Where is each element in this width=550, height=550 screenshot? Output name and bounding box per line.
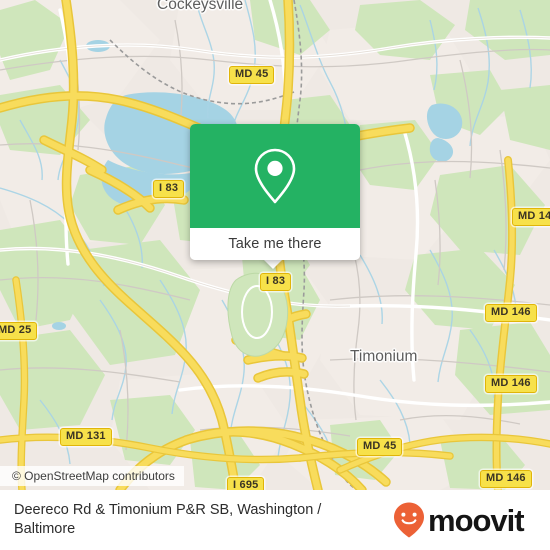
place-label-cockeysville: Cockeysville	[157, 0, 244, 13]
road-shield-i-695: I 695	[227, 477, 265, 490]
road-shield-md-131: MD 131	[60, 428, 112, 446]
road-shield-md-25: MD 25	[0, 322, 38, 340]
road-shield-md-45-south: MD 45	[357, 438, 403, 456]
road-shield-md-45-north: MD 45	[229, 66, 275, 84]
take-me-there-button[interactable]: Take me there	[190, 228, 360, 260]
popup-header	[190, 124, 360, 228]
road-shield-md-146-upper: MD 146	[512, 208, 550, 226]
moovit-wordmark: moovit	[428, 502, 525, 538]
road-shield-i-83-west: I 83	[153, 180, 185, 198]
place-label-timonium: Timonium	[350, 348, 418, 365]
road-shield-md-146-mid: MD 146	[485, 304, 537, 322]
station-popup-card[interactable]: Take me there	[190, 124, 360, 260]
road-shield-i-83-center: I 83	[260, 273, 292, 291]
attribution-text: © OpenStreetMap contributors	[12, 469, 175, 483]
map-canvas[interactable]: Cockeysville Timonium MD 45 I 83 MD 146 …	[0, 0, 550, 490]
stop-title: Deereco Rd & Timonium P&R SB, Washington…	[14, 502, 322, 537]
road-shield-md-146-bottom: MD 146	[480, 470, 532, 488]
moovit-pin-icon	[394, 502, 424, 538]
road-shield-md-146-lower: MD 146	[485, 375, 537, 393]
bottom-info-bar: Deereco Rd & Timonium P&R SB, Washington…	[0, 490, 550, 550]
moovit-logo[interactable]: moovit	[392, 501, 525, 539]
location-pin-icon	[254, 148, 296, 204]
map-attribution[interactable]: © OpenStreetMap contributors	[0, 466, 184, 486]
take-me-there-label: Take me there	[228, 236, 322, 252]
moovit-map-screen: Cockeysville Timonium MD 45 I 83 MD 146 …	[0, 0, 550, 550]
